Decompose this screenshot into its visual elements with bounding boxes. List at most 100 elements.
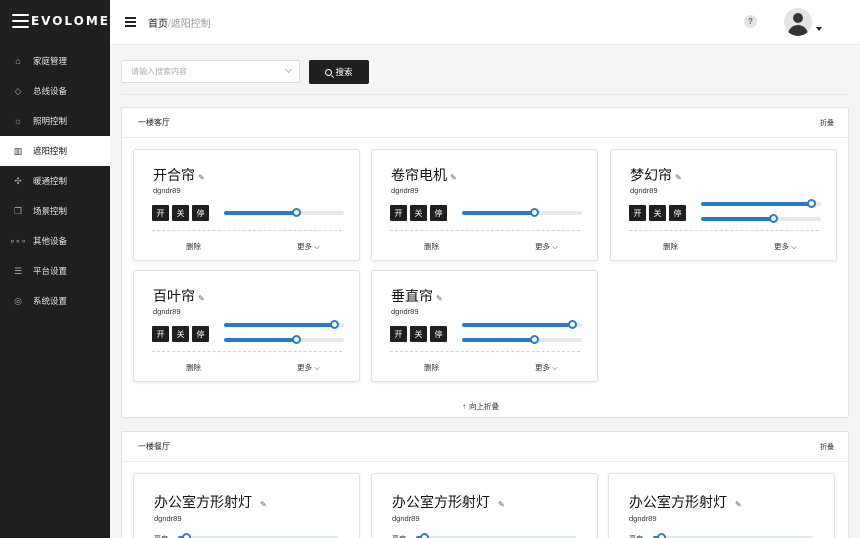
edit-icon[interactable]: ✎ (198, 294, 205, 303)
open-button[interactable]: 开 (152, 326, 169, 342)
stop-button[interactable]: 停 (430, 205, 447, 221)
sidebar-item-shading[interactable]: ▥ 遮阳控制 (0, 136, 110, 166)
stop-button[interactable]: 停 (669, 205, 686, 221)
close-button[interactable]: 关 (172, 326, 189, 342)
tilt-slider[interactable] (701, 199, 821, 208)
panel-title: 一楼客厅 (138, 118, 170, 127)
sidebar-item-label: 总线设备 (33, 86, 68, 96)
sidebar-item-other-devices[interactable]: ∘∘∘ 其他设备 (0, 226, 110, 256)
sun-icon: ☼ (13, 116, 23, 126)
device-id: dgndr89 (154, 514, 182, 523)
device-card: 百叶帘 ✎ dgndr89 开 关 停 删除 更多 ⌵ (133, 270, 360, 382)
stop-button[interactable]: 停 (192, 205, 209, 221)
slider-handle[interactable] (769, 214, 778, 223)
position-slider[interactable] (701, 214, 821, 223)
help-icon[interactable]: ? (744, 15, 757, 28)
chevron-down-icon (284, 65, 293, 74)
sidebar-item-platform-settings[interactable]: ☰ 平台设置 (0, 256, 110, 286)
position-slider[interactable] (462, 335, 582, 344)
device-title: 垂直帘 ✎ (391, 288, 443, 304)
panel-header: 一楼客厅 折叠 (122, 108, 848, 138)
open-button[interactable]: 开 (152, 205, 169, 221)
collapse-up-button[interactable]: ↑ 向上折叠 (462, 401, 499, 412)
close-button[interactable]: 关 (649, 205, 666, 221)
position-slider[interactable] (224, 335, 344, 344)
control-buttons: 开 关 停 (152, 326, 209, 342)
more-button[interactable]: 更多 ⌵ (297, 241, 320, 252)
tilt-slider[interactable] (224, 320, 344, 329)
device-title: 办公室方形射灯 ✎ (629, 494, 742, 510)
brightness-label: 亮度 (154, 534, 168, 538)
stop-button[interactable]: 停 (430, 326, 447, 342)
more-button[interactable]: 更多 ⌵ (535, 362, 558, 373)
search-icon (325, 68, 333, 76)
stop-button[interactable]: 停 (192, 326, 209, 342)
edit-icon[interactable]: ✎ (450, 173, 457, 182)
slider-handle[interactable] (657, 533, 666, 538)
breadcrumb: 首页/遮阳控制 (148, 15, 211, 30)
divider (629, 230, 819, 231)
light-card: 办公室方形射灯✎ dgndr89 亮度 (608, 473, 835, 538)
edit-icon[interactable]: ✎ (436, 294, 443, 303)
delete-button[interactable]: 删除 (663, 241, 678, 252)
device-id: dgndr89 (391, 307, 419, 316)
sidebar-item-home-management[interactable]: ⌂ 家庭管理 (0, 46, 110, 76)
open-button[interactable]: 开 (390, 326, 407, 342)
edit-icon[interactable]: ✎ (675, 173, 682, 182)
dots-icon: ∘∘∘ (9, 235, 27, 246)
fan-icon: ✣ (14, 175, 22, 186)
search-button[interactable]: 搜索 (309, 60, 369, 84)
more-button[interactable]: 更多 ⌵ (297, 362, 320, 373)
open-button[interactable]: 开 (390, 205, 407, 221)
sidebar-item-bus-devices[interactable]: ◇ 总线设备 (0, 76, 110, 106)
slider-handle[interactable] (568, 320, 578, 329)
slider-handle[interactable] (807, 199, 817, 208)
close-button[interactable]: 关 (172, 205, 189, 221)
divider (152, 230, 342, 231)
slider-handle[interactable] (420, 533, 429, 538)
delete-button[interactable]: 删除 (186, 362, 201, 373)
slider-handle[interactable] (292, 208, 301, 217)
breadcrumb-home[interactable]: 首页 (148, 19, 168, 30)
sidebar-item-lighting[interactable]: ☼ 照明控制 (0, 106, 110, 136)
more-button[interactable]: 更多 ⌵ (774, 241, 797, 252)
search-input[interactable]: 请输入搜索内容 (121, 60, 300, 83)
close-button[interactable]: 关 (410, 205, 427, 221)
sidebar-item-scene[interactable]: ❐ 场景控制 (0, 196, 110, 226)
logo-mark-icon (12, 14, 29, 28)
sidebar-item-system-settings[interactable]: ◎ 系统设置 (0, 286, 110, 316)
open-button[interactable]: 开 (629, 205, 646, 221)
slider-handle[interactable] (530, 335, 539, 344)
sidebar-item-hvac[interactable]: ✣ 暖通控制 (0, 166, 110, 196)
home-icon: ⌂ (15, 56, 21, 66)
divider (390, 230, 580, 231)
tilt-slider[interactable] (462, 320, 582, 329)
position-slider[interactable] (462, 208, 582, 217)
avatar[interactable] (784, 8, 812, 36)
more-button[interactable]: 更多 ⌵ (535, 241, 558, 252)
caret-down-icon[interactable] (816, 27, 822, 31)
scene-icon: ❐ (13, 205, 23, 216)
slider-handle[interactable] (292, 335, 301, 344)
edit-icon[interactable]: ✎ (498, 500, 505, 509)
device-title: 卷帘电机 ✎ (391, 167, 457, 183)
slider-handle[interactable] (330, 320, 340, 329)
list-icon: ☰ (13, 265, 23, 276)
sidebar-item-label: 家庭管理 (33, 56, 68, 66)
slider-handle[interactable] (530, 208, 539, 217)
fold-button[interactable]: 折叠 (820, 118, 834, 128)
edit-icon[interactable]: ✎ (198, 173, 205, 182)
edit-icon[interactable]: ✎ (735, 500, 742, 509)
close-button[interactable]: 关 (410, 326, 427, 342)
brand-logo[interactable]: EVOLOME (0, 0, 110, 42)
delete-button[interactable]: 删除 (424, 241, 439, 252)
position-slider[interactable] (224, 208, 344, 217)
menu-toggle-icon[interactable] (125, 17, 136, 27)
edit-icon[interactable]: ✎ (260, 500, 267, 509)
slider-handle[interactable] (182, 533, 191, 538)
control-buttons: 开 关 停 (152, 205, 209, 221)
delete-button[interactable]: 删除 (186, 241, 201, 252)
device-id: dgndr89 (153, 186, 181, 195)
fold-button[interactable]: 折叠 (820, 442, 834, 452)
delete-button[interactable]: 删除 (424, 362, 439, 373)
